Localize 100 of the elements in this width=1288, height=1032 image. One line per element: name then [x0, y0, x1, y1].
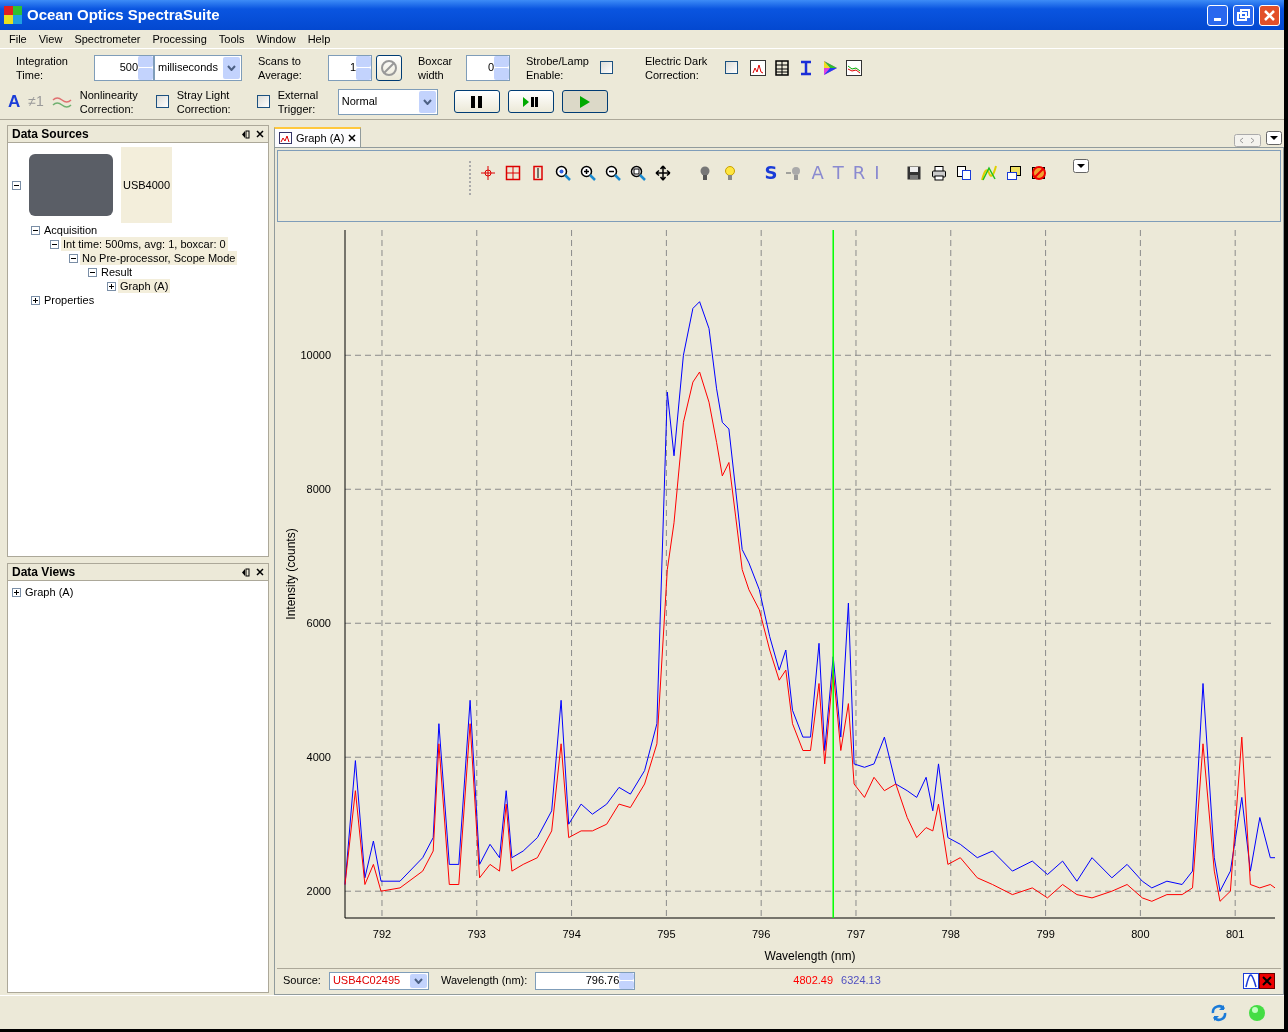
x-tick-label: 796 — [752, 928, 771, 940]
tree-item[interactable]: Properties — [42, 293, 97, 307]
maximize-icon — [1237, 9, 1250, 21]
expand-icon[interactable] — [12, 587, 21, 597]
pause-button[interactable] — [453, 90, 500, 113]
y-tick-label: 2000 — [306, 885, 331, 898]
close-button[interactable] — [1259, 4, 1280, 26]
trigger-dropdown[interactable]: Normal — [337, 88, 438, 115]
no-entry-button[interactable] — [376, 54, 402, 81]
y-tick-label: 6000 — [306, 617, 331, 630]
step-button[interactable] — [507, 90, 554, 113]
move-icon[interactable] — [655, 165, 672, 181]
zoom-out-icon[interactable] — [605, 165, 622, 181]
x-tick-label: 793 — [467, 928, 486, 940]
menu-item[interactable]: Spectrometer — [68, 30, 147, 48]
tree-item[interactable]: No Pre-processor, Scope Mode — [80, 251, 238, 265]
print-icon[interactable] — [930, 165, 947, 181]
delete-overlay-icon[interactable] — [1030, 165, 1047, 181]
collapse-icon[interactable] — [50, 239, 59, 249]
close-icon[interactable] — [256, 130, 264, 138]
menu-item[interactable]: Help — [301, 30, 337, 48]
menu-item[interactable]: Tools — [212, 30, 251, 48]
checkbox[interactable] — [155, 95, 169, 108]
zoom-fit-icon[interactable] — [630, 165, 647, 181]
tree-item[interactable]: USB4000 — [121, 147, 173, 223]
pin-icon[interactable] — [241, 129, 250, 139]
wave-icon[interactable] — [51, 94, 72, 109]
stray-light-label: Stray Light Correction: — [176, 87, 232, 116]
status-light-icon — [1248, 1003, 1266, 1022]
reading-value: 6324.13 — [841, 973, 881, 989]
checkbox[interactable] — [600, 61, 613, 74]
collapse-icon[interactable] — [12, 180, 21, 190]
zoom-reset-icon[interactable] — [555, 165, 572, 181]
strobe-label: Strobe/Lamp Enable: — [526, 53, 590, 82]
minimize-icon — [1214, 17, 1221, 21]
refresh-icon — [1210, 1003, 1228, 1022]
pin-icon[interactable] — [241, 567, 250, 577]
y-tick-label: 10000 — [300, 349, 331, 362]
menu-item[interactable]: File — [3, 30, 33, 48]
y-tick-label: 8000 — [306, 483, 331, 496]
x-tick-label: 801 — [1226, 928, 1245, 940]
table-icon[interactable] — [774, 59, 790, 76]
crosshair-icon[interactable] — [480, 165, 497, 181]
close-icon[interactable] — [348, 134, 357, 142]
scans-label: Scans to Average: — [258, 53, 303, 82]
graph-tool-letter[interactable]: S — [764, 163, 778, 183]
tree-item[interactable]: Acquisition — [42, 223, 100, 237]
menu-item[interactable]: View — [32, 30, 69, 48]
zoom-box-icon[interactable] — [505, 165, 522, 181]
menu-item[interactable]: Processing — [146, 30, 213, 48]
x-tick-label: 800 — [1131, 928, 1150, 940]
reading-value: 4802.49 — [793, 973, 834, 989]
integration-time-label: Integration Time: — [16, 53, 69, 82]
text-cursor-icon[interactable] — [798, 59, 814, 76]
copy-icon[interactable] — [955, 165, 972, 181]
tree-item[interactable]: Int time: 500ms, avg: 1, boxcar: 0 — [61, 237, 228, 251]
menu-item[interactable]: Window — [250, 30, 302, 48]
zoom-in-icon[interactable] — [580, 165, 597, 181]
caret-icon — [227, 64, 236, 71]
collapse-icon[interactable] — [88, 267, 97, 277]
scans-field[interactable]: 1 — [328, 54, 372, 81]
expand-icon[interactable] — [31, 295, 40, 305]
nonlinearity-label: Nonlinearity Correction: — [79, 87, 139, 116]
collapse-icon[interactable] — [69, 253, 78, 263]
expand-icon[interactable] — [107, 281, 116, 291]
minimize-button[interactable] — [1207, 4, 1228, 26]
tree-item[interactable]: Graph (A) — [23, 585, 76, 599]
y-axis-title: Intensity (counts) — [284, 528, 298, 620]
panel-title: Data Views — [12, 564, 77, 581]
tree-item[interactable]: Result — [99, 265, 135, 279]
tree-item[interactable]: Graph (A) — [118, 279, 171, 293]
maximize-button[interactable] — [1233, 4, 1254, 26]
close-icon[interactable] — [1259, 972, 1275, 989]
no-entry-icon — [380, 58, 398, 77]
a-symbol[interactable]: A — [8, 88, 21, 115]
wavelength-label: Wavelength (nm): — [440, 973, 528, 989]
checkbox[interactable] — [725, 61, 738, 74]
save-icon[interactable] — [905, 165, 922, 181]
close-icon[interactable] — [256, 568, 264, 576]
dark-correction-label: Electric Dark Correction: — [645, 53, 709, 82]
app-logo-icon — [4, 6, 22, 24]
source-dropdown[interactable]: USB4C02495 — [328, 971, 429, 990]
graph-icon[interactable] — [750, 59, 766, 76]
tab-menu-icon[interactable] — [1266, 131, 1282, 145]
wavelength-field[interactable]: 796.76 — [535, 971, 636, 990]
play-button[interactable] — [561, 90, 608, 113]
caret-icon — [413, 977, 423, 984]
unit-dropdown[interactable]: milliseconds — [154, 54, 242, 81]
caret-icon — [422, 98, 432, 105]
collapse-icon[interactable] — [31, 225, 40, 235]
boxcar-field[interactable]: 0 — [466, 54, 510, 81]
spectrum-graph-icon[interactable] — [846, 59, 862, 76]
color-triangle-icon[interactable] — [822, 59, 838, 76]
integration-time-field[interactable]: 500 — [94, 54, 154, 81]
x-tick-label: 797 — [846, 928, 866, 940]
export-icon[interactable] — [1005, 165, 1022, 181]
graph-tab[interactable]: Graph (A) — [274, 127, 362, 147]
peak-icon[interactable] — [1243, 972, 1259, 989]
checkbox[interactable] — [256, 95, 270, 108]
more-icon[interactable] — [1072, 159, 1089, 173]
